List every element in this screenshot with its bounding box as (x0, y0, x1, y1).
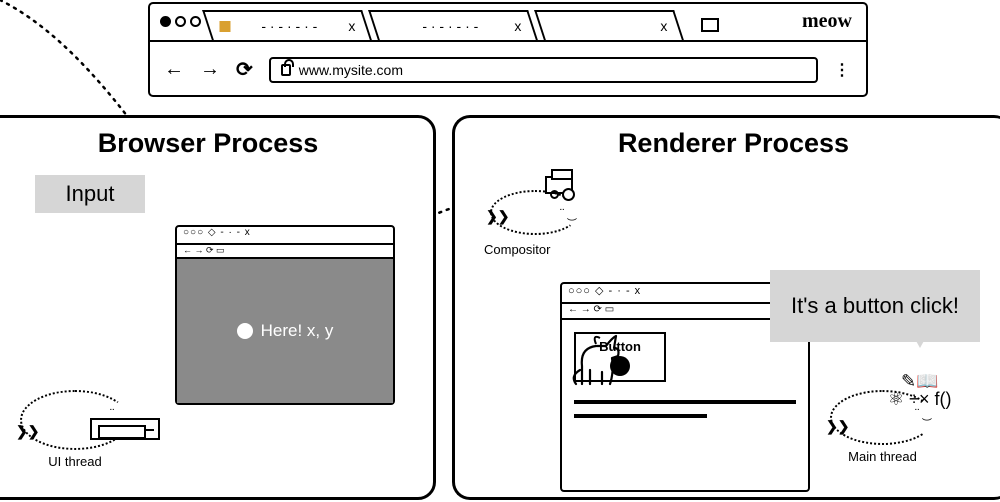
callout-text: It's a button click! (791, 292, 959, 320)
window-dot-icon (190, 16, 201, 27)
mini-tab-strip: ○○○ ◇ - · - x (177, 227, 393, 245)
url-text: www.mysite.com (299, 62, 403, 78)
thread-label: UI thread (20, 454, 130, 469)
input-label: Input (35, 175, 145, 213)
tab-close-icon[interactable]: x (514, 18, 521, 34)
window-controls[interactable] (160, 2, 201, 40)
tab-close-icon[interactable]: x (348, 18, 355, 34)
hit-point-icon (237, 323, 253, 339)
tab-inactive[interactable]: - · - · - · - x (368, 10, 538, 40)
new-tab-icon[interactable] (701, 18, 719, 32)
pane-title: Browser Process (0, 128, 433, 159)
tab-title: - · - · - · - (261, 18, 317, 34)
pane-title: Renderer Process (455, 128, 1000, 159)
browser-window: meow - · - · - · - x - · - · - · - x x ←… (148, 2, 868, 97)
horse-icon (562, 326, 632, 396)
tab-inactive[interactable]: x (534, 10, 684, 40)
menu-icon[interactable]: ⋮ (834, 60, 852, 80)
face-icon: ¨ ͜ (560, 206, 568, 221)
thread-label: Compositor (484, 242, 550, 257)
tab-strip: - · - · - · - x - · - · - · - x x (150, 4, 866, 42)
reload-button[interactable]: ⟳ (236, 57, 253, 82)
main-thread: ¨ ͜ ❯❯ ✎📖 ⚛ ÷× f() Main thread (830, 390, 935, 464)
tab-title: - · - · - · - (422, 18, 478, 34)
address-bar[interactable]: www.mysite.com (269, 57, 818, 83)
chevron-right-icon: ❯❯ (826, 418, 849, 435)
favicon-icon (219, 21, 230, 32)
compositor-thread: ¨ ͜ ❯❯ Compositor (490, 190, 580, 235)
window-dot-icon (175, 16, 186, 27)
machine-icon (90, 418, 160, 440)
window-dot-icon (160, 16, 171, 27)
thread-loop-icon: ¨ ͜ ❯❯ (490, 190, 580, 235)
mini-toolbar: ← → ⟳ ▭ (177, 245, 393, 259)
thread-label: Main thread (830, 449, 935, 464)
chevron-right-icon: ❯❯ (16, 423, 39, 440)
lock-icon (281, 64, 291, 76)
tab-active[interactable]: - · - · - · - x (202, 10, 372, 40)
text-lines-icon (574, 400, 796, 418)
speech-bubble: It's a button click! (770, 270, 980, 342)
ui-thread: ¨ ͜ ❯❯ UI thread (20, 390, 130, 469)
cart-icon (545, 176, 573, 194)
mini-browser: ○○○ ◇ - · - x ← → ⟳ ▭ Here! x, y (175, 225, 395, 405)
viewport-hit-area: Here! x, y (177, 259, 393, 403)
hit-point-label: Here! x, y (261, 321, 334, 341)
forward-button[interactable]: → (200, 58, 220, 81)
back-button[interactable]: ← (164, 58, 184, 81)
tools-icon: ✎📖 ⚛ ÷× f() (888, 372, 952, 408)
chevron-right-icon: ❯❯ (486, 208, 509, 225)
toolbar: ← → ⟳ www.mysite.com ⋮ (150, 42, 866, 97)
tab-close-icon[interactable]: x (660, 18, 667, 34)
